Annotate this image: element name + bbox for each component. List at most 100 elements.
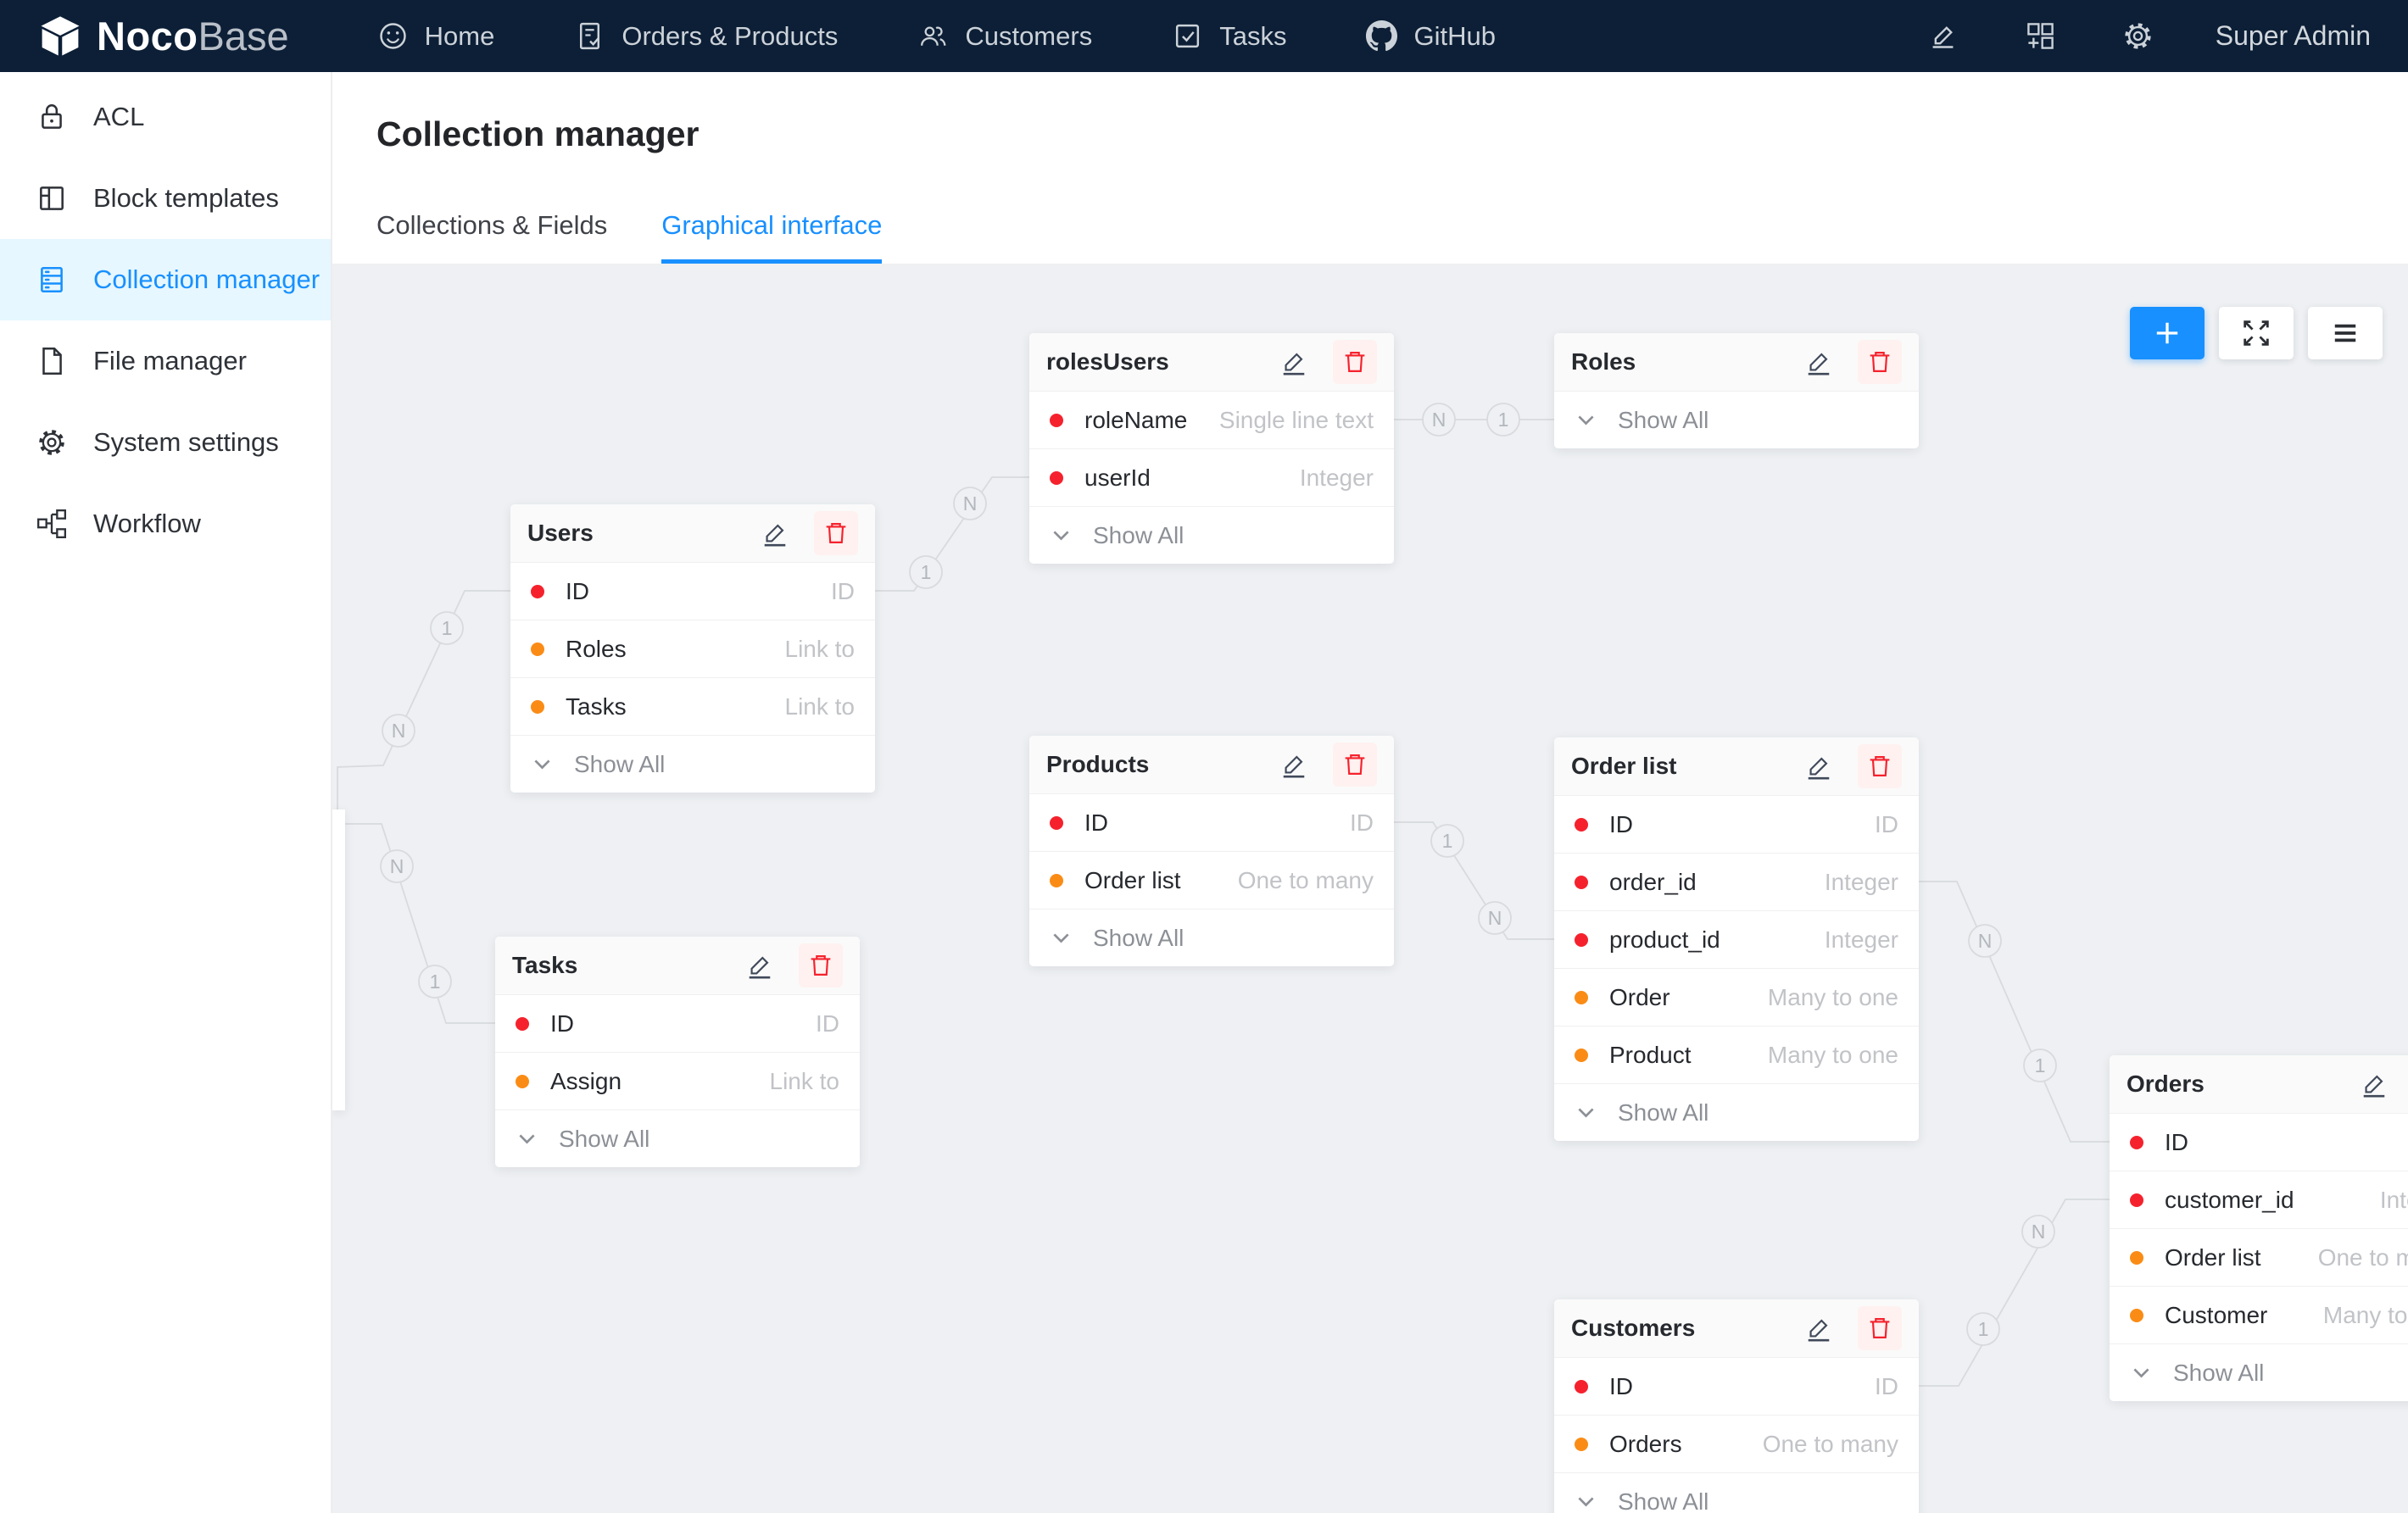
field-row[interactable]: customer_id Integer bbox=[2110, 1171, 2408, 1228]
collection-card-order-list[interactable]: Order list ID ID order_id Integer produc… bbox=[1554, 737, 1919, 1141]
field-row[interactable]: Order list One to many bbox=[2110, 1228, 2408, 1286]
show-all-toggle[interactable]: Show All bbox=[1554, 391, 1919, 448]
edit-collection-button[interactable] bbox=[1797, 1306, 1841, 1350]
sidebar-item-label: File manager bbox=[93, 346, 247, 376]
field-red-dot-icon bbox=[531, 585, 544, 598]
show-all-toggle[interactable]: Show All bbox=[1029, 506, 1394, 564]
field-row[interactable]: Order list One to many bbox=[1029, 851, 1394, 909]
ui-editor-button[interactable] bbox=[1926, 19, 1959, 53]
field-type: Integer bbox=[1300, 464, 1374, 492]
sidebar-item-system-settings[interactable]: System settings bbox=[0, 402, 331, 483]
show-all-toggle[interactable]: Show All bbox=[2110, 1343, 2408, 1401]
card-header[interactable]: Customers bbox=[1554, 1299, 1919, 1357]
field-row[interactable]: userId Integer bbox=[1029, 448, 1394, 506]
field-name: Customer bbox=[2165, 1302, 2267, 1329]
sidebar-item-acl[interactable]: ACL bbox=[0, 76, 331, 158]
delete-collection-button[interactable] bbox=[1333, 743, 1377, 787]
delete-collection-button[interactable] bbox=[814, 511, 858, 555]
delete-collection-button[interactable] bbox=[1858, 744, 1902, 788]
nav-item-github[interactable]: GitHub bbox=[1366, 20, 1495, 52]
field-row[interactable]: ID ID bbox=[2110, 1113, 2408, 1171]
edit-collection-button[interactable] bbox=[2352, 1062, 2396, 1106]
field-row[interactable]: Tasks Link to bbox=[510, 677, 875, 735]
cardinality-label: 1 bbox=[1498, 409, 1509, 431]
tab-collections-fields[interactable]: Collections & Fields bbox=[376, 210, 607, 264]
field-row[interactable]: Order Many to one bbox=[1554, 968, 1919, 1026]
edit-collection-button[interactable] bbox=[1797, 340, 1841, 384]
sidebar-item-file-manager[interactable]: File manager bbox=[0, 320, 331, 402]
field-row[interactable]: ID ID bbox=[1029, 793, 1394, 851]
field-row[interactable]: Assign Link to bbox=[495, 1052, 860, 1110]
field-row[interactable]: Orders One to many bbox=[1554, 1415, 1919, 1472]
field-orange-dot-icon bbox=[516, 1075, 529, 1088]
field-row[interactable]: Roles Link to bbox=[510, 620, 875, 677]
collection-graph-canvas[interactable]: 1NN11NN11NN1N1 rolesUsers roleName Singl… bbox=[332, 265, 2408, 1513]
field-row[interactable]: roleName Single line text bbox=[1029, 391, 1394, 448]
nav-item-customers[interactable]: Customers bbox=[917, 20, 1092, 52]
field-type: Link to bbox=[785, 693, 856, 720]
show-all-toggle[interactable]: Show All bbox=[510, 735, 875, 793]
show-all-toggle[interactable]: Show All bbox=[495, 1110, 860, 1167]
field-name: Order list bbox=[1084, 867, 1181, 894]
card-header[interactable]: Products bbox=[1029, 736, 1394, 793]
card-header[interactable]: Orders bbox=[2110, 1055, 2408, 1113]
tab-graphical-interface[interactable]: Graphical interface bbox=[661, 210, 882, 264]
collection-card-roles[interactable]: Roles Show All bbox=[1554, 333, 1919, 448]
edit-collection-button[interactable] bbox=[1797, 744, 1841, 788]
show-all-label: Show All bbox=[1093, 925, 1184, 952]
collection-card-tasks[interactable]: Tasks ID ID Assign Link to Show All bbox=[495, 937, 860, 1167]
field-row[interactable]: Product Many to one bbox=[1554, 1026, 1919, 1083]
edit-collection-button[interactable] bbox=[738, 943, 782, 987]
nav-item-home[interactable]: Home bbox=[377, 20, 495, 52]
field-row[interactable]: ID ID bbox=[495, 994, 860, 1052]
sidebar-item-block-templates[interactable]: Block templates bbox=[0, 158, 331, 239]
field-row[interactable]: ID ID bbox=[510, 562, 875, 620]
card-header[interactable]: rolesUsers bbox=[1029, 333, 1394, 391]
nav-item-tasks[interactable]: Tasks bbox=[1172, 20, 1286, 52]
field-orange-dot-icon bbox=[531, 700, 544, 714]
collection-card-rolesusers[interactable]: rolesUsers roleName Single line text use… bbox=[1029, 333, 1394, 564]
edit-collection-button[interactable] bbox=[753, 511, 797, 555]
field-row[interactable]: order_id Integer bbox=[1554, 853, 1919, 910]
delete-collection-button[interactable] bbox=[1333, 340, 1377, 384]
field-row[interactable]: ID ID bbox=[1554, 1357, 1919, 1415]
nav-item-orders-products[interactable]: Orders & Products bbox=[574, 20, 838, 52]
chevron-down-icon bbox=[516, 1127, 538, 1150]
card-header[interactable]: Order list bbox=[1554, 737, 1919, 795]
field-name: ID bbox=[566, 578, 589, 605]
field-type: ID bbox=[1875, 1373, 1898, 1400]
delete-collection-button[interactable] bbox=[799, 943, 843, 987]
card-header[interactable]: Tasks bbox=[495, 937, 860, 994]
delete-collection-button[interactable] bbox=[1858, 1306, 1902, 1350]
field-row[interactable]: ID ID bbox=[1554, 795, 1919, 853]
layout-icon bbox=[36, 182, 68, 214]
collection-card-products[interactable]: Products ID ID Order list One to many Sh… bbox=[1029, 736, 1394, 966]
user-menu[interactable]: Super Admin bbox=[2216, 20, 2371, 52]
edit-collection-button[interactable] bbox=[1272, 743, 1316, 787]
nocobase-logo[interactable]: NocoBase bbox=[37, 13, 289, 59]
field-name: Roles bbox=[566, 636, 627, 663]
field-name: order_id bbox=[1609, 869, 1697, 896]
graph-menu-button[interactable] bbox=[2308, 307, 2383, 359]
add-collection-button[interactable] bbox=[2130, 307, 2205, 359]
add-plugins-button[interactable] bbox=[2024, 19, 2057, 53]
collection-card-users[interactable]: Users ID ID Roles Link to Tasks Link to … bbox=[510, 504, 875, 793]
delete-collection-button[interactable] bbox=[1858, 340, 1902, 384]
show-all-toggle[interactable]: Show All bbox=[1554, 1083, 1919, 1141]
settings-button[interactable] bbox=[2121, 19, 2154, 53]
card-header[interactable]: Roles bbox=[1554, 333, 1919, 391]
sidebar-item-workflow[interactable]: Workflow bbox=[0, 483, 331, 565]
collection-card-customers[interactable]: Customers ID ID Orders One to many Show … bbox=[1554, 1299, 1919, 1513]
show-all-toggle[interactable]: Show All bbox=[1554, 1472, 1919, 1513]
show-all-toggle[interactable]: Show All bbox=[1029, 909, 1394, 966]
field-orange-dot-icon bbox=[1575, 1049, 1588, 1062]
field-row[interactable]: Customer Many to one bbox=[2110, 1286, 2408, 1343]
card-header[interactable]: Users bbox=[510, 504, 875, 562]
sidebar-item-label: Collection manager bbox=[93, 264, 320, 295]
field-type: Single line text bbox=[1219, 407, 1374, 434]
fullscreen-button[interactable] bbox=[2219, 307, 2294, 359]
field-row[interactable]: product_id Integer bbox=[1554, 910, 1919, 968]
collection-card-orders[interactable]: Orders ID ID customer_id Integer Order l… bbox=[2110, 1055, 2408, 1401]
sidebar-item-collection-manager[interactable]: Collection manager bbox=[0, 239, 331, 320]
edit-collection-button[interactable] bbox=[1272, 340, 1316, 384]
